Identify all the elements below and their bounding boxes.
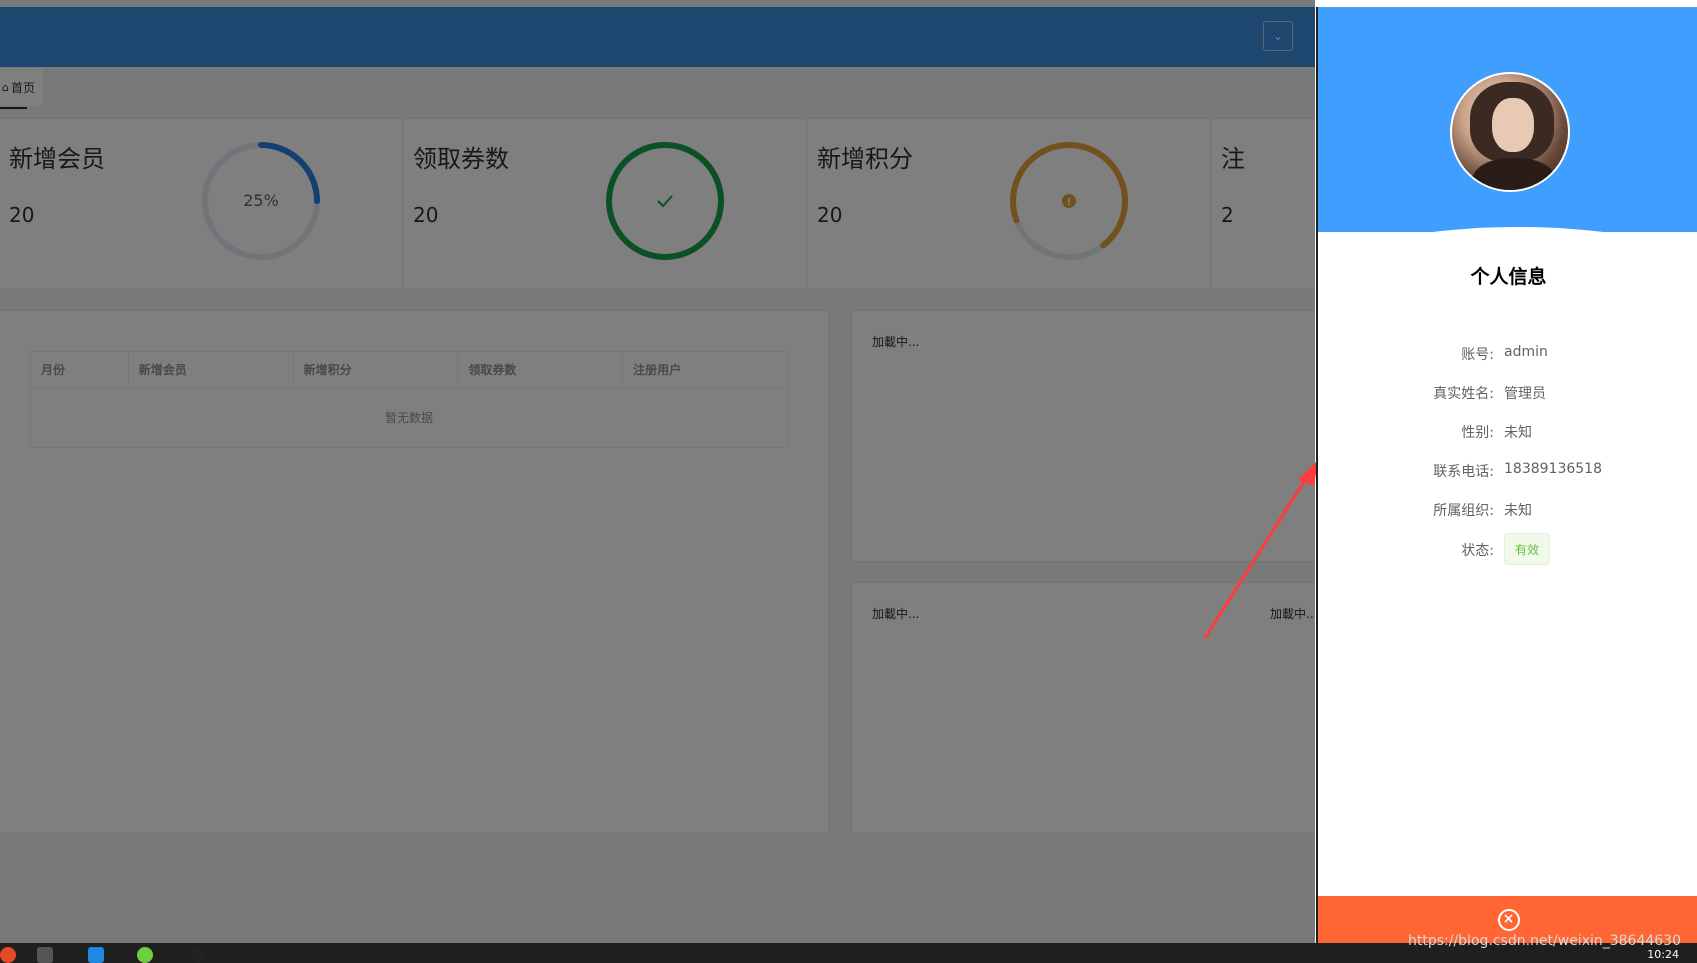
- field-value: 未知: [1504, 425, 1532, 441]
- info-row-account: 账号: admin: [1318, 344, 1697, 366]
- info-row-phone: 联系电话: 18389136518: [1318, 461, 1697, 483]
- field-value: 管理员: [1504, 386, 1546, 402]
- clock: 10:24: [1647, 948, 1679, 961]
- status-badge: 有效: [1504, 533, 1550, 565]
- chrome-icon[interactable]: [0, 947, 16, 963]
- field-value: 未知: [1504, 503, 1532, 519]
- qq-icon[interactable]: [190, 947, 206, 963]
- close-icon[interactable]: ×: [1497, 908, 1520, 931]
- dashboard: ⌄ ⌂ 首页 新增会员 20 25% 领取券数 20 新增积分 20: [0, 0, 1315, 943]
- field-value: 18389136518: [1504, 461, 1602, 477]
- info-row-gender: 性别: 未知: [1318, 422, 1697, 444]
- watermark: https://blog.csdn.net/weixin_38644630: [1407, 933, 1681, 949]
- profile-title: 个人信息: [1470, 266, 1547, 288]
- avatar: [1450, 72, 1570, 192]
- field-label: 所属组织:: [1433, 503, 1494, 519]
- terminal-icon[interactable]: [37, 947, 53, 963]
- annotation-arrow: [1203, 460, 1318, 639]
- field-label: 联系电话:: [1433, 464, 1494, 480]
- field-value: admin: [1504, 344, 1548, 360]
- vscode-icon[interactable]: [88, 947, 104, 963]
- info-row-organization: 所属组织: 未知: [1318, 500, 1697, 522]
- profile-drawer: 个人信息 账号: admin 真实姓名: 管理员 性别: 未知 联系电话: 18…: [1316, 7, 1697, 943]
- info-row-status: 状态: 有效: [1318, 533, 1697, 565]
- field-label: 真实姓名:: [1433, 386, 1494, 402]
- field-label: 状态:: [1461, 543, 1494, 559]
- app-icon[interactable]: [137, 947, 153, 963]
- info-row-real-name: 真实姓名: 管理员: [1318, 383, 1697, 405]
- field-label: 性别:: [1461, 425, 1494, 441]
- field-label: 账号:: [1461, 347, 1494, 363]
- modal-overlay[interactable]: [0, 0, 1315, 943]
